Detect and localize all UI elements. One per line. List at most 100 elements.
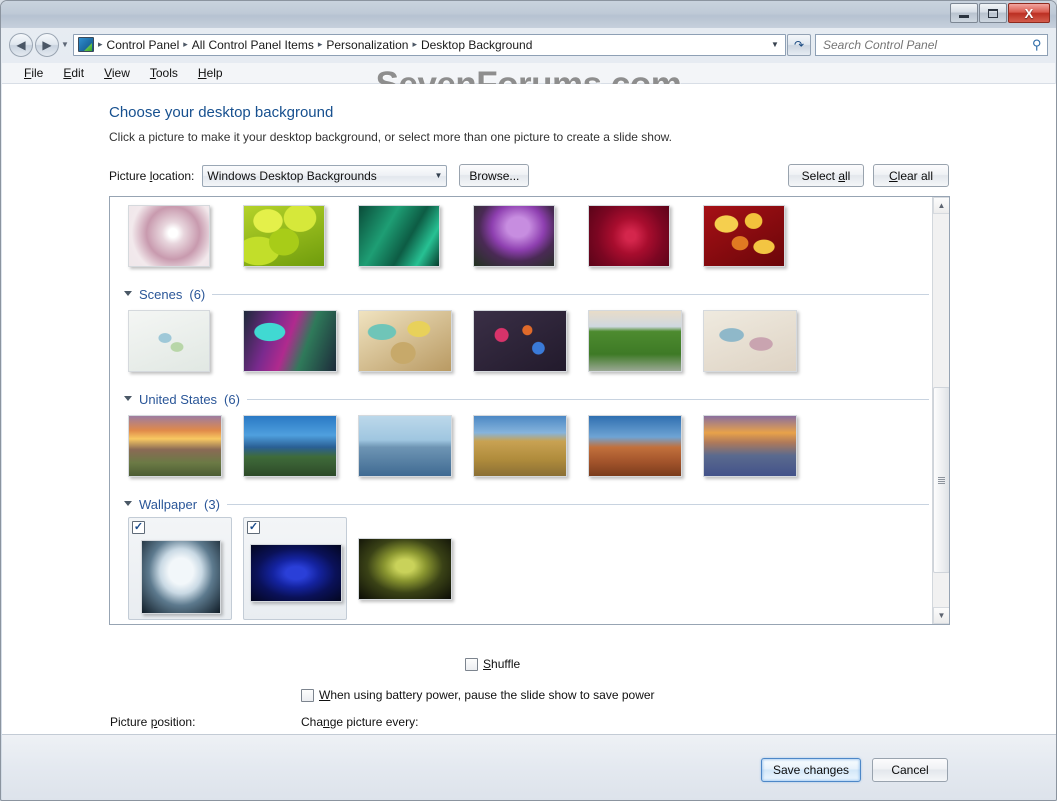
thumbnail-us-haystack-rock[interactable] — [358, 415, 458, 481]
content-area: Choose your desktop background Click a p… — [2, 84, 1056, 785]
scroll-down-button[interactable]: ▼ — [933, 607, 949, 624]
shuffle-checkbox[interactable] — [465, 657, 478, 671]
scroll-up-button[interactable]: ▲ — [933, 197, 949, 214]
browse-button[interactable]: Browse... — [459, 164, 530, 187]
menu-file[interactable]: File — [14, 64, 53, 82]
navigation-bar: ◀ ▶ ▼ ▸ Control Panel ▸ All Control Pane… — [1, 28, 1056, 61]
collapse-triangle-icon[interactable] — [124, 291, 132, 296]
group-header-united-states[interactable]: United States (6) — [124, 386, 933, 412]
group-divider — [212, 293, 929, 295]
group-header-wallpaper[interactable]: Wallpaper (3) — [124, 491, 933, 517]
footer-buttons: Save changes Cancel — [761, 758, 948, 782]
menu-view[interactable]: View — [94, 64, 140, 82]
thumbnail-leaves-teal[interactable] — [358, 205, 458, 271]
menu-edit-label: dit — [71, 66, 85, 80]
save-changes-button[interactable]: Save changes — [761, 758, 861, 782]
forward-button[interactable]: ▶ — [35, 32, 59, 57]
group-name: Wallpaper — [139, 496, 198, 512]
thumbnail-image — [358, 310, 452, 372]
thumbnail-image — [358, 538, 452, 600]
breadcrumb-all-control-panel-items[interactable]: All Control Panel Items — [189, 37, 317, 53]
title-bar[interactable]: X — [1, 1, 1056, 28]
recent-pages-button[interactable]: ▼ — [59, 40, 71, 49]
back-button[interactable]: ◀ — [9, 32, 33, 57]
close-icon: X — [1024, 5, 1034, 21]
group-header-scenes[interactable]: Scenes (6) — [124, 281, 933, 307]
picture-list: Scenes (6) United States (6) Wallpaper (… — [110, 197, 933, 624]
forward-arrow-icon: ▶ — [42, 37, 52, 52]
thumbnail-us-sunset-fence[interactable] — [128, 415, 228, 481]
thumbnail-image — [588, 205, 670, 267]
battery-pause-checkbox[interactable] — [301, 688, 314, 702]
picture-location-label: Picture location: — [109, 168, 195, 183]
collapse-triangle-icon[interactable] — [124, 396, 132, 401]
thumbnail-image — [588, 415, 682, 477]
thumbnail-scene-abstract-pastel[interactable] — [128, 310, 228, 376]
thumbnail-scene-dark-bokeh[interactable] — [473, 310, 573, 376]
thumbnail-scene-grass-path[interactable] — [588, 310, 688, 376]
scrollbar-thumb[interactable] — [933, 387, 949, 573]
collapse-triangle-icon[interactable] — [124, 501, 132, 506]
refresh-button[interactable]: ↷ — [787, 33, 811, 56]
search-input[interactable] — [821, 36, 1033, 53]
thumbnail-wallpaper-windows-seven-hands[interactable] — [358, 538, 458, 604]
thumbnail-us-delicate-arch[interactable] — [588, 415, 688, 481]
cancel-label: Cancel — [891, 763, 929, 777]
thumbnail-thistle-purple[interactable] — [473, 205, 573, 271]
thumbnail-image — [358, 415, 452, 477]
thumbnail-image — [703, 415, 797, 477]
chevron-down-icon: ▼ — [434, 171, 443, 180]
select-all-button[interactable]: Select all — [788, 164, 864, 187]
thumbnail-wallpaper-alien-head[interactable]: ✓ — [128, 517, 232, 620]
control-panel-icon — [78, 37, 94, 52]
thumbnail-flower-white-spiky[interactable] — [128, 205, 228, 271]
close-button[interactable]: X — [1008, 3, 1050, 23]
address-dropdown-icon[interactable]: ▼ — [767, 40, 783, 49]
thumbnail-scene-pastel-shapes[interactable] — [703, 310, 803, 376]
address-bar[interactable]: ▸ Control Panel ▸ All Control Panel Item… — [73, 33, 786, 56]
thumbnail-image — [473, 310, 567, 372]
picture-location-value: Windows Desktop Backgrounds — [207, 168, 377, 183]
thumbnail-scene-color-spires[interactable] — [243, 310, 343, 376]
thumbnail-wallpaper-alienware-blue[interactable]: ✓ — [243, 517, 347, 620]
thumbnail-petals-yellow-red[interactable] — [703, 205, 803, 271]
thumbnail-us-hay-bale-field[interactable] — [473, 415, 573, 481]
thumbnail-us-lupine-lake[interactable] — [703, 415, 803, 481]
menu-help-label: elp — [206, 66, 223, 80]
thumbnail-checkbox[interactable]: ✓ — [247, 521, 260, 534]
breadcrumb-desktop-background[interactable]: Desktop Background — [418, 37, 535, 53]
page-title: Choose your desktop background — [109, 104, 334, 121]
thumbnail-dahlia-red[interactable] — [588, 205, 688, 271]
thumbnail-image — [128, 415, 222, 477]
clear-all-button[interactable]: Clear all — [873, 164, 949, 187]
clear-all-label: Clear all — [888, 168, 934, 183]
desktop-background-window: X ◀ ▶ ▼ ▸ Control Panel ▸ All Control Pa… — [0, 0, 1057, 801]
thumbnail-us-lighthouse-coast[interactable] — [243, 415, 343, 481]
search-box[interactable]: ⚲ — [815, 33, 1048, 56]
menu-bar: File Edit View Tools Help — [2, 63, 1055, 84]
picture-location-row: Picture location: Windows Desktop Backgr… — [109, 164, 530, 187]
breadcrumb-personalization[interactable]: Personalization — [323, 37, 411, 53]
footer-bar: Save changes Cancel — [2, 734, 1056, 800]
thumbnail-image — [588, 310, 682, 372]
vertical-scrollbar[interactable]: ▲ ▼ — [932, 197, 949, 624]
maximize-button[interactable] — [979, 3, 1007, 23]
thumbnail-scene-toy-world[interactable] — [358, 310, 458, 376]
thumbnail-succulent-green[interactable] — [243, 205, 343, 271]
minimize-button[interactable] — [950, 3, 978, 23]
thumbnail-checkbox[interactable]: ✓ — [132, 521, 145, 534]
menu-help[interactable]: Help — [188, 64, 233, 82]
picture-row — [124, 307, 933, 382]
picture-list-box: Scenes (6) United States (6) Wallpaper (… — [109, 196, 950, 625]
thumbnail-image — [243, 415, 337, 477]
shuffle-checkbox-row[interactable]: Shuffle — [465, 657, 520, 671]
group-name: United States — [139, 391, 218, 407]
group-divider — [246, 398, 929, 400]
breadcrumb-control-panel[interactable]: Control Panel — [104, 37, 183, 53]
menu-edit[interactable]: Edit — [53, 64, 94, 82]
battery-pause-checkbox-row[interactable]: When using battery power, pause the slid… — [301, 688, 655, 702]
cancel-button[interactable]: Cancel — [872, 758, 948, 782]
menu-tools[interactable]: Tools — [140, 64, 188, 82]
picture-location-select[interactable]: Windows Desktop Backgrounds ▼ — [202, 164, 448, 187]
thumbnail-image — [141, 540, 221, 614]
